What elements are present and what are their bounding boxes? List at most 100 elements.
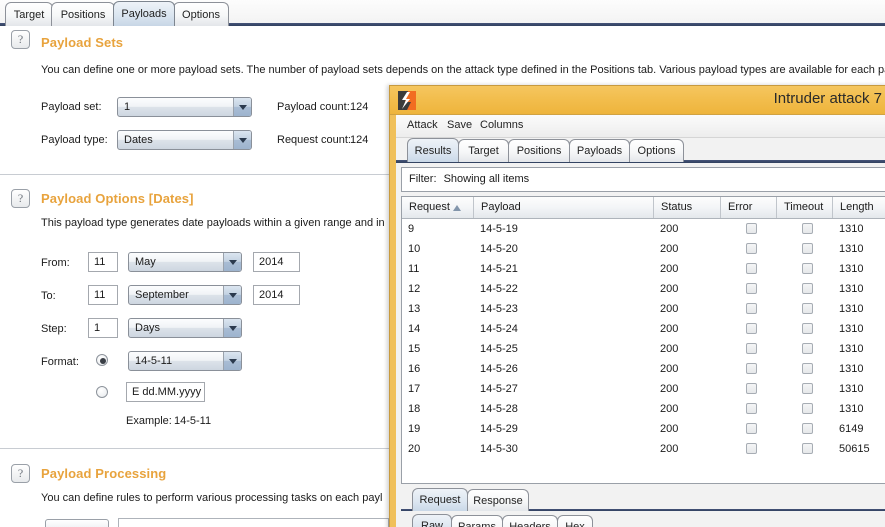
tab-hex[interactable]: Hex (557, 515, 593, 527)
checkbox-error[interactable] (746, 383, 757, 394)
menu-save[interactable]: Save (447, 119, 472, 131)
question-mark-icon[interactable]: ? (11, 189, 30, 208)
menu-columns[interactable]: Columns (480, 119, 523, 131)
payload-set-select[interactable]: 1 (117, 97, 252, 117)
step-input[interactable]: 1 (88, 318, 118, 338)
checkbox-timeout[interactable] (802, 263, 813, 274)
menu-attack[interactable]: Attack (407, 119, 438, 131)
format-preset-radio[interactable] (96, 354, 108, 366)
table-row[interactable]: 1414-5-242001310 (402, 319, 885, 339)
to-month-select[interactable]: September (128, 285, 242, 305)
to-year-input[interactable]: 2014 (253, 285, 300, 305)
checkbox-timeout[interactable] (802, 403, 813, 414)
format-preset-select[interactable]: 14-5-11 (128, 351, 242, 371)
payload-count-label: Payload count: (277, 101, 350, 113)
tab-request[interactable]: Request (412, 488, 468, 511)
table-row[interactable]: 1614-5-262001310 (402, 359, 885, 379)
checkbox-timeout[interactable] (802, 363, 813, 374)
checkbox-timeout[interactable] (802, 223, 813, 234)
checkbox-timeout[interactable] (802, 423, 813, 434)
payload-options-title: Payload Options [Dates] (41, 191, 194, 206)
column-header-length[interactable]: Length (833, 197, 885, 218)
question-mark-icon[interactable]: ? (11, 464, 30, 483)
checkbox-error[interactable] (746, 403, 757, 414)
column-header-timeout[interactable]: Timeout (777, 197, 833, 218)
table-row[interactable]: 1314-5-232001310 (402, 299, 885, 319)
tab-payloads[interactable]: Payloads (569, 139, 630, 162)
tab-positions[interactable]: Positions (51, 2, 115, 26)
checkbox-error[interactable] (746, 343, 757, 354)
table-row[interactable]: 1514-5-252001310 (402, 339, 885, 359)
checkbox-timeout[interactable] (802, 243, 813, 254)
checkbox-timeout[interactable] (802, 443, 813, 454)
cell-status: 200 (660, 259, 678, 279)
table-row[interactable]: 1114-5-212001310 (402, 259, 885, 279)
tab-options-label: Options (638, 145, 676, 157)
tab-payloads[interactable]: Payloads (113, 1, 175, 26)
table-row[interactable]: 1814-5-282001310 (402, 399, 885, 419)
intruder-title-bar[interactable]: Intruder attack 7 (390, 86, 885, 115)
checkbox-error[interactable] (746, 443, 757, 454)
cell-length: 1310 (839, 279, 863, 299)
tab-results[interactable]: Results (407, 138, 459, 162)
tab-positions[interactable]: Positions (508, 139, 570, 162)
cell-request: 17 (408, 379, 420, 399)
tab-params[interactable]: Params (451, 515, 503, 527)
checkbox-timeout[interactable] (802, 303, 813, 314)
payload-type-select[interactable]: Dates (117, 130, 252, 150)
tab-target[interactable]: Target (5, 2, 53, 26)
to-day-input[interactable]: 11 (88, 285, 118, 305)
tab-headers[interactable]: Headers (502, 515, 558, 527)
cell-length: 50615 (839, 439, 870, 459)
cell-request: 11 (408, 259, 419, 279)
cell-status: 200 (660, 339, 678, 359)
tab-payloads-label: Payloads (121, 8, 166, 20)
checkbox-error[interactable] (746, 323, 757, 334)
table-row[interactable]: 1014-5-202001310 (402, 239, 885, 259)
table-row[interactable]: 1214-5-222001310 (402, 279, 885, 299)
payload-processing-button[interactable] (45, 519, 109, 527)
tab-options[interactable]: Options (173, 2, 229, 26)
payload-set-value: 1 (118, 101, 233, 113)
filter-bar[interactable]: Filter: Showing all items (401, 167, 885, 192)
tab-target-label: Target (468, 145, 499, 157)
checkbox-error[interactable] (746, 423, 757, 434)
checkbox-timeout[interactable] (802, 343, 813, 354)
column-header-payload[interactable]: Payload (474, 197, 654, 218)
question-mark-icon[interactable]: ? (11, 30, 30, 49)
payload-sets-description: You can define one or more payload sets.… (41, 64, 885, 76)
column-header-request[interactable]: Request (402, 197, 474, 218)
checkbox-timeout[interactable] (802, 283, 813, 294)
column-header-error[interactable]: Error (721, 197, 777, 218)
tab-response[interactable]: Response (467, 489, 529, 511)
from-month-select[interactable]: May (128, 252, 242, 272)
table-row[interactable]: 1914-5-292006149 (402, 419, 885, 439)
checkbox-error[interactable] (746, 363, 757, 374)
checkbox-error[interactable] (746, 223, 757, 234)
checkbox-error[interactable] (746, 283, 757, 294)
table-row[interactable]: 2014-5-3020050615 (402, 439, 885, 459)
checkbox-error[interactable] (746, 263, 757, 274)
sort-ascending-icon (453, 205, 461, 211)
payload-type-value: Dates (118, 134, 233, 146)
table-row[interactable]: 914-5-192001310 (402, 219, 885, 239)
cell-length: 1310 (839, 239, 863, 259)
payload-options-description: This payload type generates date payload… (41, 217, 385, 229)
cell-payload: 14-5-22 (480, 279, 518, 299)
checkbox-error[interactable] (746, 303, 757, 314)
column-header-status[interactable]: Status (654, 197, 721, 218)
checkbox-timeout[interactable] (802, 383, 813, 394)
checkbox-error[interactable] (746, 243, 757, 254)
payload-processing-rules-table[interactable] (118, 518, 389, 527)
from-day-input[interactable]: 11 (88, 252, 118, 272)
checkbox-timeout[interactable] (802, 323, 813, 334)
tab-results-label: Results (415, 145, 452, 157)
format-custom-input[interactable]: E dd.MM.yyyy (126, 382, 205, 402)
tab-target[interactable]: Target (458, 139, 509, 162)
tab-options[interactable]: Options (629, 139, 684, 162)
step-unit-select[interactable]: Days (128, 318, 242, 338)
tab-raw[interactable]: Raw (412, 514, 452, 527)
from-year-input[interactable]: 2014 (253, 252, 300, 272)
table-row[interactable]: 1714-5-272001310 (402, 379, 885, 399)
format-custom-radio[interactable] (96, 386, 108, 398)
